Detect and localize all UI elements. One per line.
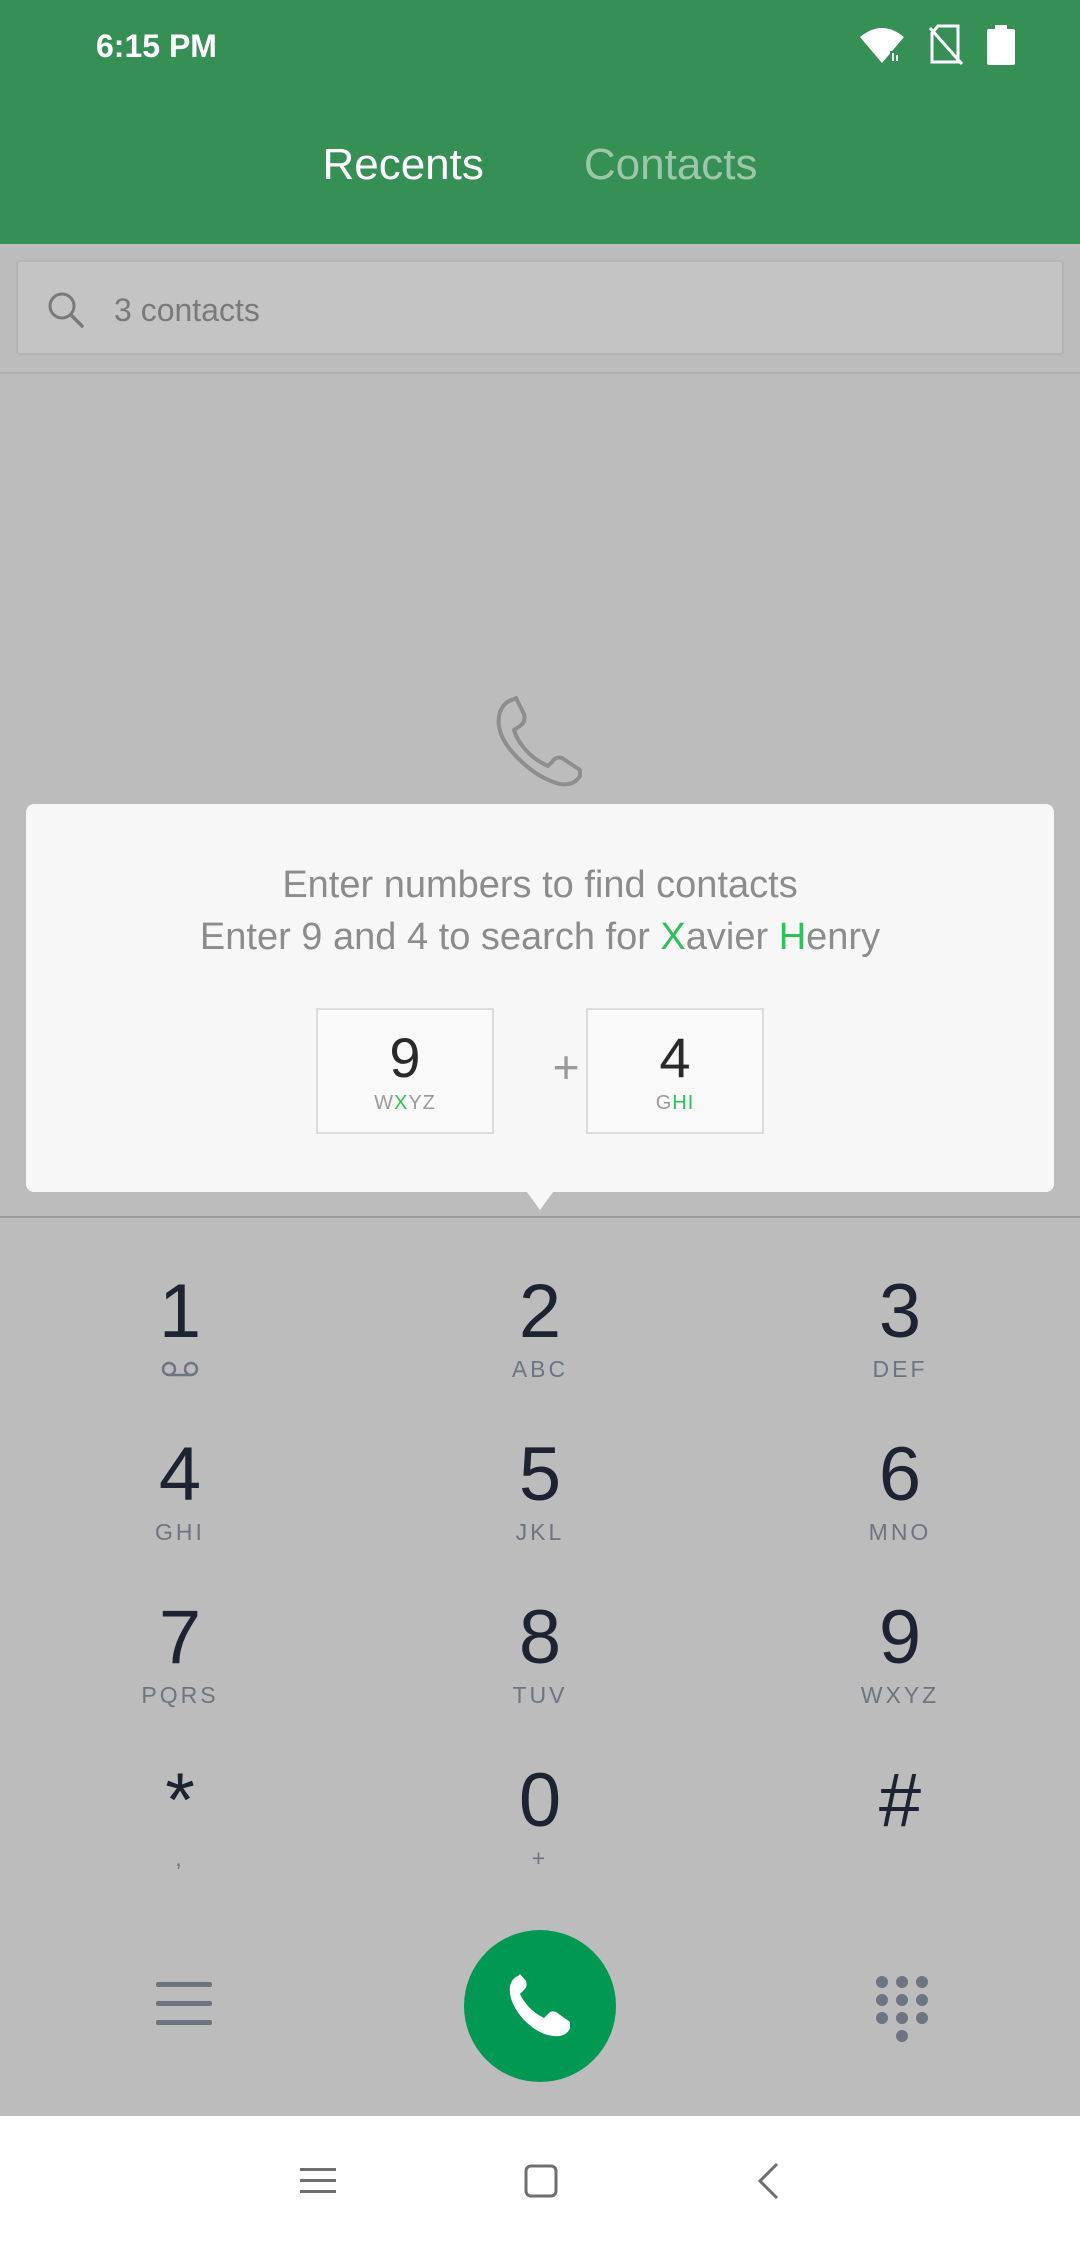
tab-contacts[interactable]: Contacts [584, 140, 758, 190]
search-area: 3 contacts [0, 244, 1080, 374]
hint-card-pointer [524, 1188, 556, 1210]
tab-bar: Recents Contacts [0, 140, 1080, 190]
key-3[interactable]: 3 DEF [720, 1218, 1080, 1383]
hint-key-4: 4 GHI [586, 1008, 764, 1134]
system-nav-bar [0, 2116, 1080, 2246]
key-8[interactable]: 8 TUV [360, 1544, 720, 1709]
hint-line-1: Enter numbers to find contacts [282, 864, 798, 906]
hint-key-letters: WXYZ [374, 1092, 436, 1114]
menu-icon[interactable] [156, 1980, 212, 2028]
wifi-icon [860, 28, 904, 63]
hint-prefix: Enter 9 and 4 to search for [199, 916, 661, 958]
voicemail-icon [161, 1361, 199, 1377]
app-header: 6:15 PM Recents Contacts [0, 0, 1080, 244]
key-6[interactable]: 6 MNO [720, 1381, 1080, 1546]
hint-key-letters: GHI [655, 1092, 695, 1114]
key-5[interactable]: 5 JKL [360, 1381, 720, 1546]
tab-recents[interactable]: Recents [322, 140, 483, 190]
phone-icon [496, 696, 582, 787]
key-4[interactable]: 4 GHI [0, 1381, 360, 1546]
hint-first-rest: avier [685, 916, 779, 958]
status-icons [858, 24, 1016, 66]
hint-last-rest: enry [806, 916, 881, 958]
key-star[interactable]: * , [0, 1707, 360, 1872]
nav-home-icon[interactable] [524, 2164, 558, 2198]
hint-key-digit: 4 [659, 1026, 691, 1089]
call-icon [509, 1974, 570, 2037]
key-0[interactable]: 0 + [360, 1707, 720, 1872]
hint-key-9: 9 WXYZ [316, 1008, 494, 1134]
key-7[interactable]: 7 PQRS [0, 1544, 360, 1709]
hint-last-initial: H [778, 916, 807, 958]
hint-key-digit: 9 [389, 1026, 421, 1089]
battery-icon [987, 25, 1015, 65]
search-input[interactable]: 3 contacts [16, 260, 1064, 355]
search-placeholder: 3 contacts [114, 292, 260, 328]
key-hash[interactable]: # [720, 1707, 1080, 1870]
call-button[interactable] [464, 1930, 616, 2082]
hint-first-initial: X [660, 916, 686, 958]
key-2[interactable]: 2 ABC [360, 1218, 720, 1383]
search-hint-card: Enter numbers to find contacts Enter 9 a… [26, 804, 1054, 1192]
nav-back-icon[interactable] [756, 2162, 780, 2200]
status-time: 6:15 PM [96, 28, 217, 64]
key-9[interactable]: 9 WXYZ [720, 1544, 1080, 1709]
hint-line-2: Enter 9 and 4 to search for Xavier Henry [26, 916, 1054, 959]
nav-menu-icon[interactable] [300, 2166, 336, 2196]
search-icon [48, 292, 84, 328]
key-1[interactable]: 1 [0, 1218, 360, 1381]
no-sim-icon [928, 24, 964, 65]
dialpad-icon[interactable] [874, 1974, 930, 2046]
